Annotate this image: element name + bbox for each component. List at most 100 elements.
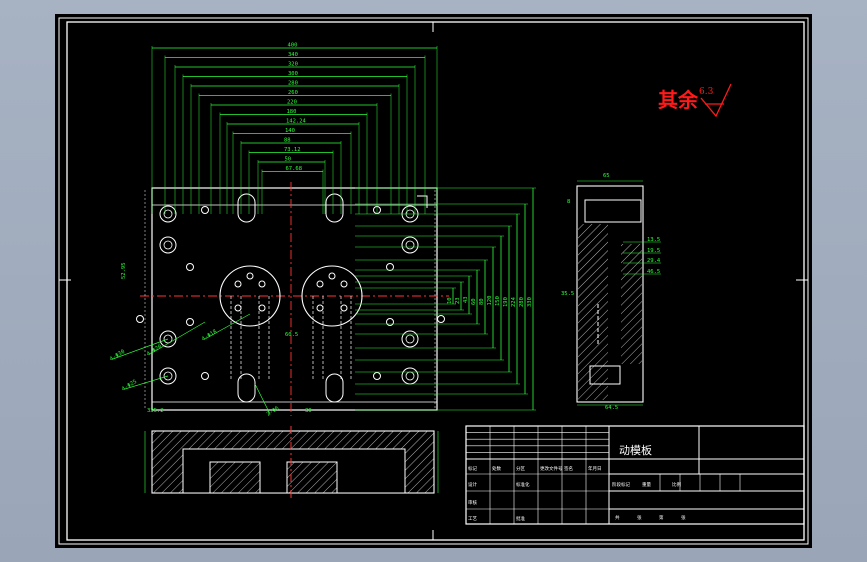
- side-dim-label: 29.4: [647, 258, 661, 264]
- part-name: 动模板: [619, 443, 652, 457]
- side-dimensions: 8 13.5 19.5 29.4 46.5 35.5 65 64.5: [561, 173, 661, 411]
- tb-label: 批准: [516, 515, 525, 522]
- ejector-hole: [234, 304, 242, 312]
- tb-row-label: 年月日: [588, 465, 602, 472]
- dim-label: 10: [447, 297, 453, 304]
- hole-group: [136, 205, 445, 385]
- tb-row-label: 更改文件号: [540, 465, 563, 472]
- dim-label: 280: [519, 297, 525, 307]
- tb-stage-label: 重量: [642, 481, 651, 488]
- callout-label: 2-Φ6: [266, 406, 280, 418]
- tb-row-label: 标记: [468, 465, 477, 472]
- plan-hidden-lines: [144, 190, 436, 408]
- misc-dim-label: 335.2: [147, 408, 164, 414]
- dim-label: 67.68: [286, 166, 303, 172]
- ejector-hole: [258, 280, 266, 288]
- dim-label: 400: [288, 43, 298, 49]
- dim-label: 23: [455, 297, 461, 304]
- title-block: 动模板 标记 处数 分区 更改文件号 签名 年月日设计审核工艺 标准化批准 阶段标记 重量 比例共…: [465, 425, 805, 525]
- ejector-hole: [258, 304, 266, 312]
- side-hatch-right: [621, 244, 642, 364]
- cad-drawing: 其余 6.3 400 340 320 300 280 260 220 180 142.24 140…: [58, 17, 809, 545]
- plan-view: [136, 182, 449, 416]
- ejector-hole: [234, 280, 242, 288]
- dim-label: 50: [285, 157, 292, 163]
- dim-label: 140: [285, 128, 295, 134]
- guide-hole-inner: [163, 240, 173, 250]
- tb-stage-label: 阶段标记: [612, 481, 630, 488]
- front-section-view: [144, 426, 439, 498]
- side-dim-label: 35.5: [561, 291, 574, 297]
- roughness-value: 6.3: [699, 87, 714, 97]
- roughness-note: 其余 6.3: [658, 83, 732, 118]
- drawing-sheet: 其余 6.3 400 340 320 300 280 260 220 180 142.24 140…: [55, 14, 812, 548]
- dim-label: 320: [288, 62, 298, 68]
- side-dim-label: 65: [603, 173, 610, 179]
- screw-hole: [386, 318, 394, 326]
- dim-label: 330: [527, 297, 533, 307]
- tb-row-label: 签名: [564, 465, 573, 472]
- tb-sheet-label: 第: [659, 514, 664, 521]
- side-dim-label: 64.5: [605, 405, 618, 411]
- dim-label: 340: [288, 52, 298, 58]
- dim-label: 73.12: [284, 147, 301, 153]
- plate-outline: [151, 187, 438, 411]
- side-dim-label: 8: [567, 199, 570, 205]
- screw-hole: [386, 263, 394, 271]
- dim-label: 280: [288, 81, 298, 87]
- guide-hole-inner: [405, 334, 415, 344]
- misc-dim-label: 30: [305, 408, 312, 414]
- screw-hole: [136, 315, 144, 323]
- guide-hole: [401, 330, 419, 348]
- ejector-hole: [340, 304, 348, 312]
- tb-sheet-label: 张: [637, 514, 642, 521]
- tb-label: 工艺: [468, 516, 477, 522]
- tb-row-label: 处数: [492, 465, 501, 472]
- ejector-hole: [316, 304, 324, 312]
- slot-bottom-right: [325, 373, 344, 403]
- screw-hole: [201, 206, 209, 214]
- section-marker: [417, 195, 428, 208]
- guide-hole: [159, 205, 177, 223]
- tb-row-label: 分区: [516, 465, 525, 472]
- callout-label: 4-Φ18: [201, 329, 218, 343]
- ejector-hole: [328, 272, 336, 280]
- dim-label: 260: [288, 90, 298, 96]
- dim-label: 60: [471, 298, 477, 305]
- roughness-label: 其余: [658, 88, 699, 112]
- guide-hole-inner: [405, 240, 415, 250]
- screw-hole: [201, 372, 209, 380]
- misc-dim-label: 60.5: [285, 332, 298, 338]
- tb-sheet-label: 共: [615, 514, 620, 521]
- screw-hole: [186, 318, 194, 326]
- dim-label: 190: [503, 297, 509, 307]
- side-dim-label: 46.5: [647, 269, 660, 275]
- vertical-dimensions: 3302802241901501208060432310: [355, 187, 536, 411]
- side-section-view: 8 13.5 19.5 29.4 46.5 35.5 65 64.5: [561, 173, 661, 411]
- side-dim-label: 13.5: [647, 237, 660, 243]
- ejector-hole: [316, 280, 324, 288]
- misc-dim-label: 52.95: [121, 262, 127, 279]
- guide-hole: [159, 236, 177, 254]
- dim-label: 300: [288, 71, 298, 77]
- side-dim-label: 19.5: [647, 248, 660, 254]
- guide-hole: [401, 236, 419, 254]
- callout-label: 4-Φ30: [109, 349, 126, 363]
- dim-label: 224: [511, 296, 517, 307]
- guide-hole: [401, 367, 419, 385]
- tb-sheet-label: 张: [681, 514, 686, 521]
- slot-bottom-left: [237, 373, 256, 403]
- side-pocket: [584, 199, 642, 223]
- guide-hole-inner: [405, 371, 415, 381]
- slot-top-left: [237, 193, 256, 223]
- dim-label: 180: [287, 109, 297, 115]
- tb-label: 标准化: [516, 481, 530, 488]
- tb-label: 审核: [468, 499, 477, 506]
- screw-hole: [437, 315, 445, 323]
- dim-label: 88: [284, 138, 291, 144]
- dim-label: 43: [463, 296, 469, 303]
- slot-top-right: [325, 193, 344, 223]
- dim-label: 150: [495, 296, 501, 306]
- screw-hole: [373, 372, 381, 380]
- dim-label: 80: [479, 298, 485, 305]
